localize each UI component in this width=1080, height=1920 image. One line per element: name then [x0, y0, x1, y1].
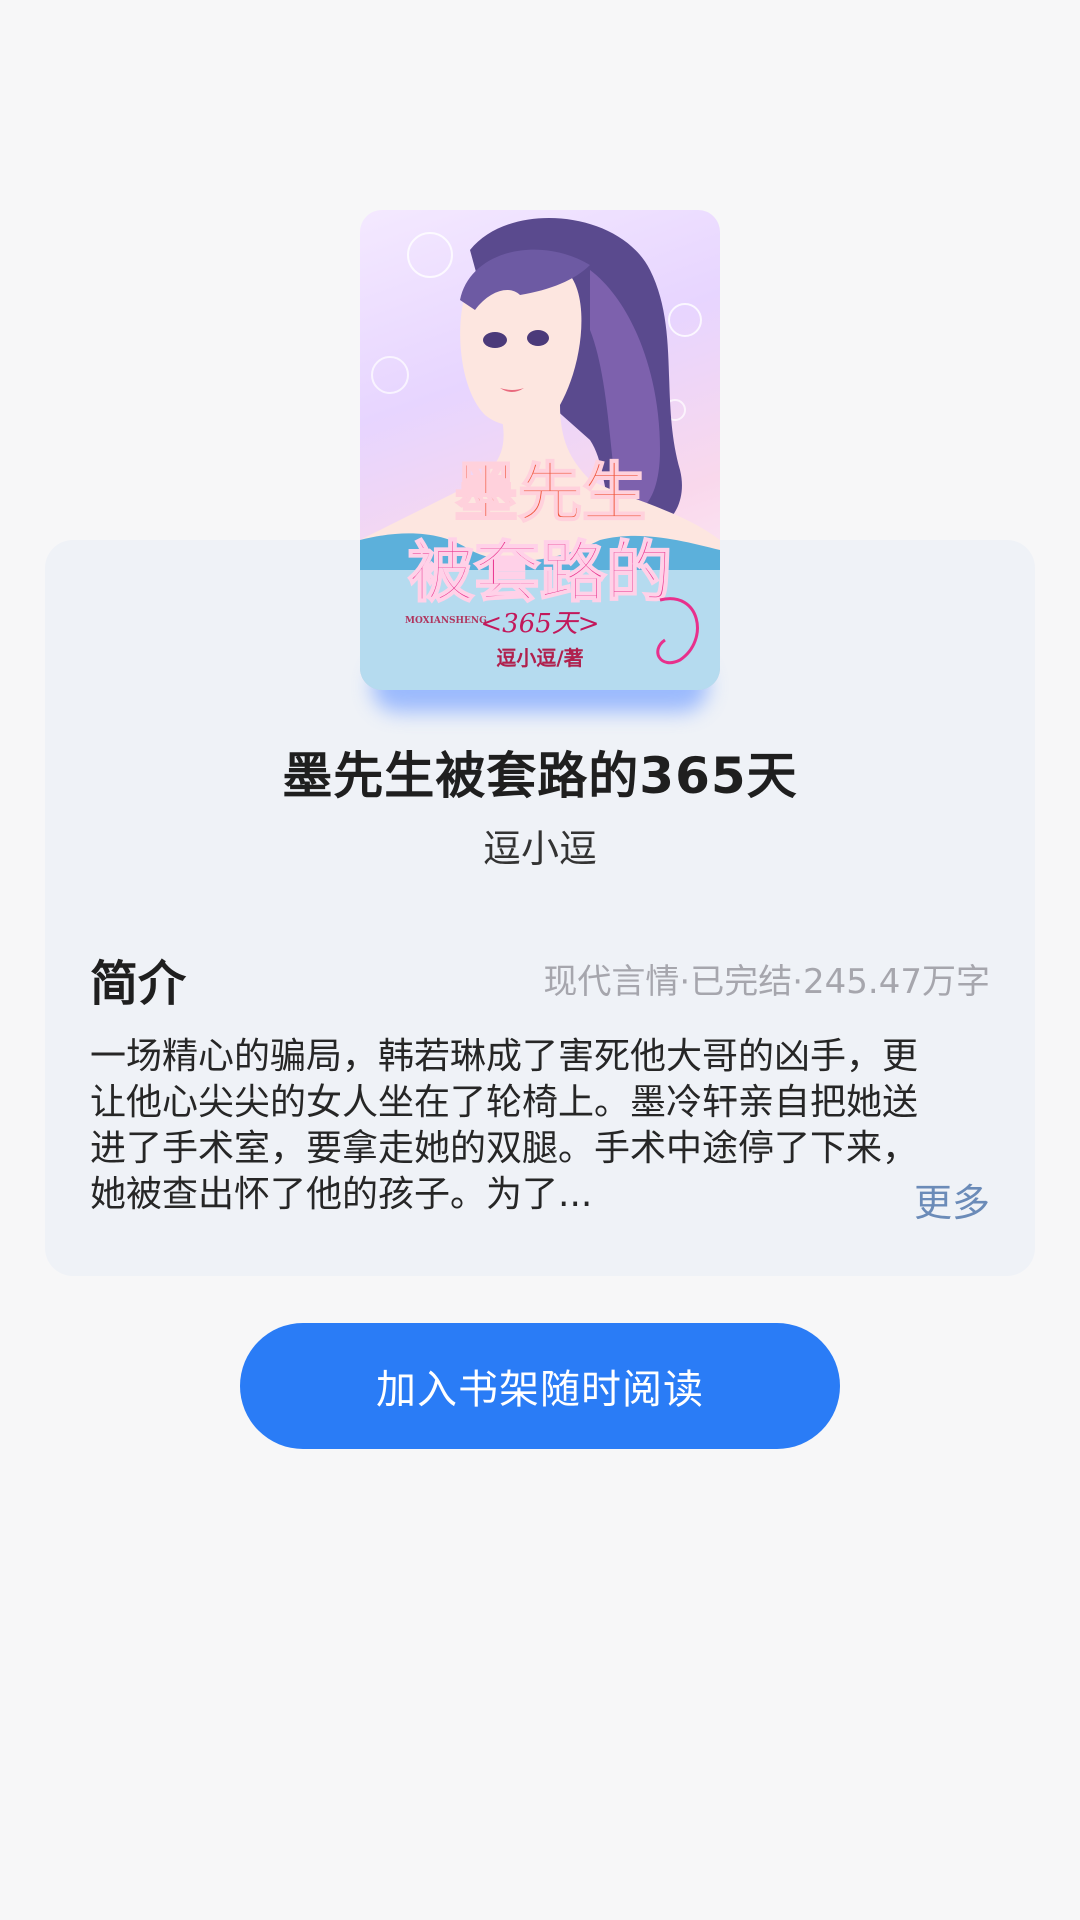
intro-line: 进了手术室，要拿走她的双腿。手术中途停了下来，: [90, 1128, 919, 1169]
book-author[interactable]: 逗小逗: [0, 818, 1080, 873]
intro-heading: 简介: [90, 956, 187, 1012]
cover-title-line2: 被套路的: [408, 533, 672, 611]
cover-pinyin: MOXIANSHENG: [405, 616, 487, 626]
more-button[interactable]: 更多: [914, 1172, 990, 1227]
book-meta: 现代言情·已完结·245.47万字: [543, 962, 990, 1002]
book-detail-page: 墨先生 被套路的 MOXIANSHENG <365天> 逗小逗/著 墨先生被套路…: [0, 0, 1080, 1920]
add-to-shelf-button[interactable]: 加入书架随时阅读: [240, 1323, 840, 1449]
intro-line: 让他心尖尖的女人坐在了轮椅上。墨冷轩亲自把她送: [90, 1082, 919, 1123]
book-cover[interactable]: 墨先生 被套路的 MOXIANSHENG <365天> 逗小逗/著: [360, 210, 720, 690]
intro-line: 一场精心的骗局，韩若琳成了害死他大哥的凶手，更: [90, 1036, 919, 1077]
intro-line: 她被查出怀了他的孩子。为了...: [90, 1174, 593, 1215]
book-title: 墨先生被套路的365天: [282, 747, 798, 805]
cover-byline: 逗小逗/著: [496, 646, 583, 670]
cover-title-line1: 墨先生: [454, 456, 646, 531]
cover-subtitle: <365天>: [480, 609, 599, 639]
cover-art: 墨先生 被套路的 MOXIANSHENG <365天> 逗小逗/著: [360, 217, 720, 690]
intro-description: 一场精心的骗局，韩若琳成了害死他大哥的凶手，更 让他心尖尖的女人坐在了轮椅上。墨…: [90, 1034, 990, 1218]
